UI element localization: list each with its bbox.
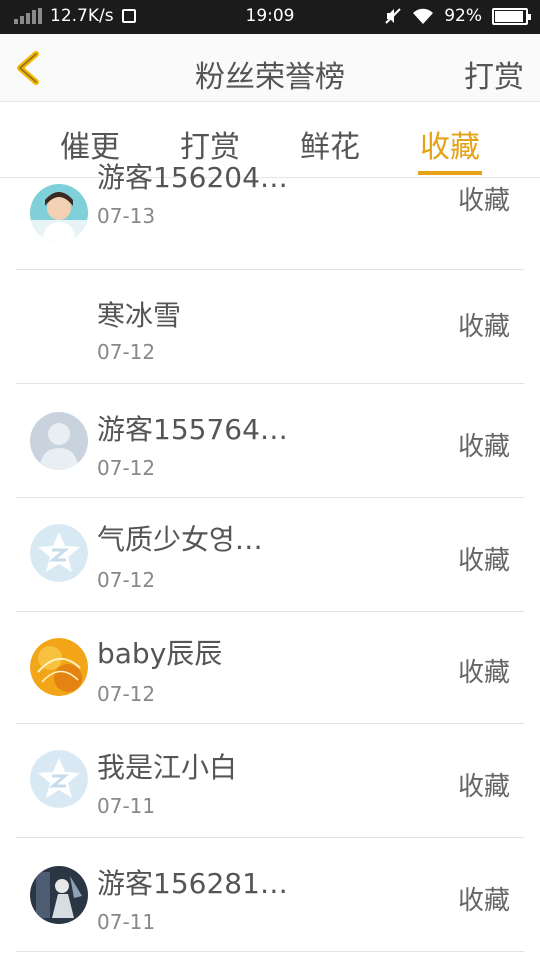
list-item[interactable]: 游客156281… 07-11 收藏 xyxy=(0,838,540,952)
date: 07-11 xyxy=(97,794,156,818)
action-label: 收藏 xyxy=(457,546,510,576)
user-name: 游客156204… xyxy=(97,161,288,194)
list-item[interactable]: 气质少女영… 07-12 收藏 xyxy=(0,498,540,612)
user-name: 游客156281… xyxy=(97,867,288,900)
date: 07-12 xyxy=(97,682,156,706)
list-item[interactable]: 寒冰雪 07-12 收藏 xyxy=(0,270,540,384)
user-name: baby辰辰 xyxy=(97,637,223,670)
date: 07-12 xyxy=(97,456,156,480)
list-item[interactable]: 我是江小白 07-11 收藏 xyxy=(0,724,540,838)
battery-icon xyxy=(492,7,531,25)
list-item[interactable]: 游客155764… 07-12 收藏 xyxy=(0,384,540,498)
action-label: 收藏 xyxy=(457,886,510,916)
user-name: 游客155764… xyxy=(97,413,288,446)
default-user-icon xyxy=(30,412,88,470)
date: 07-13 xyxy=(97,204,156,228)
qzone-icon xyxy=(30,524,88,582)
page-title: 粉丝荣誉榜 xyxy=(195,60,345,95)
date: 07-11 xyxy=(97,910,156,934)
action-label: 收藏 xyxy=(457,432,510,462)
action-label: 收藏 xyxy=(457,658,510,688)
status-right: 92% xyxy=(384,6,531,26)
status-bar: 12.7K/s 19:09 92% xyxy=(0,0,540,34)
date: 07-12 xyxy=(97,568,156,592)
qzone-icon xyxy=(30,750,88,808)
wifi-icon xyxy=(413,8,434,24)
action-label: 收藏 xyxy=(457,312,510,342)
mute-icon xyxy=(385,8,401,24)
action-label: 收藏 xyxy=(457,186,510,216)
reward-button[interactable]: 打赏 xyxy=(464,52,524,96)
date: 07-12 xyxy=(97,340,156,364)
user-name: 寒冰雪 xyxy=(97,299,182,332)
header-bar: 粉丝荣誉榜 打赏 xyxy=(0,34,540,102)
battery-percent: 92% xyxy=(444,6,482,26)
avatar xyxy=(30,184,88,242)
action-label: 收藏 xyxy=(457,772,510,802)
user-name: 气质少女영… xyxy=(97,523,263,556)
avatar xyxy=(30,866,88,924)
user-name: 我是江小白 xyxy=(97,751,238,784)
avatar xyxy=(30,638,88,696)
divider xyxy=(16,951,524,952)
list-item[interactable]: 游客156204… 07-13 收藏 xyxy=(0,156,540,270)
list-item[interactable]: baby辰辰 07-12 收藏 xyxy=(0,610,540,724)
